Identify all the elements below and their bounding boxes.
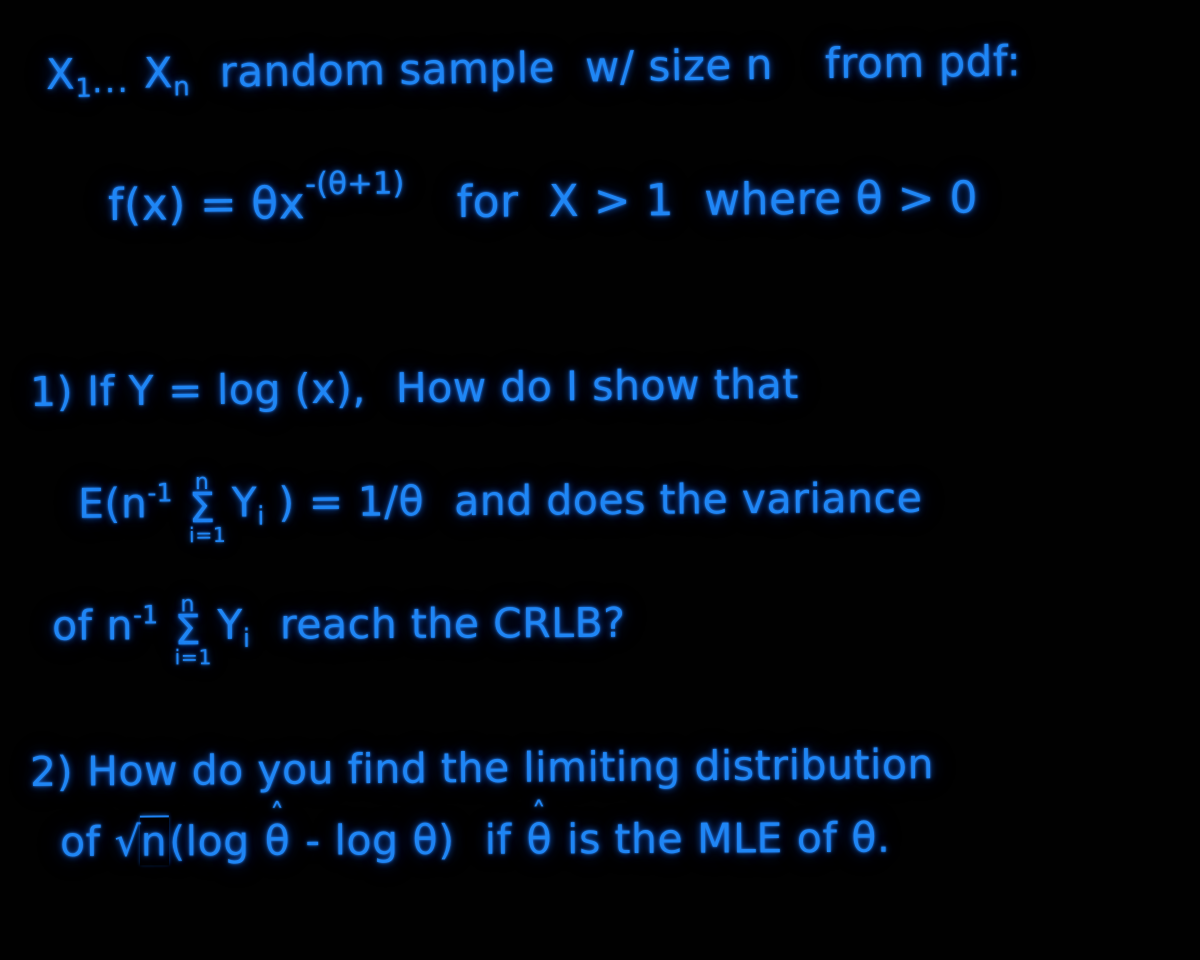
comma: , (352, 364, 367, 413)
question-2-line-1: 2) How do you find the limiting distribut… (30, 740, 934, 796)
y-variable: Y (128, 366, 155, 415)
from-pdf-label: from pdf: (824, 36, 1022, 89)
handwritten-note-canvas: X1... Xn random sample w/ size n from pdf: f(… (0, 0, 1200, 960)
pdf-function-name: f(x) (107, 179, 187, 232)
expectation-value: 1/θ (357, 477, 425, 526)
sample-subscript-last: n (173, 72, 191, 103)
theta-symbol: θ (251, 178, 279, 230)
summation-upper-limit: n (194, 469, 210, 496)
variance-question-text: and does the variance (453, 473, 923, 526)
hat-accent-icon: ˄ (531, 795, 547, 830)
square-root-icon: √ (114, 817, 141, 866)
summand-variable: Y (231, 478, 258, 527)
period: . (876, 813, 891, 862)
minus-sign: - (305, 816, 321, 865)
support-condition: X > 1 (548, 175, 675, 228)
x-symbol: x (278, 178, 306, 230)
for-label: for (456, 176, 519, 228)
summand-subscript: i (242, 622, 251, 653)
equals-sign: = (167, 366, 204, 415)
n-variable: n (106, 601, 134, 650)
preamble-line-1: X1... Xn random sample w/ size n from pdf: (46, 36, 1022, 104)
of-label: of (59, 817, 101, 866)
sample-subscript-first: 1 (75, 73, 93, 104)
of-label-2: of (796, 813, 838, 863)
ellipsis: ... (91, 60, 131, 101)
of-label: of (51, 601, 93, 650)
n-variable: n (120, 479, 148, 528)
question-1-line-1: 1) If Y = log (x), How do I show that (30, 360, 799, 416)
equals-sign: = (308, 477, 344, 527)
question-1-line-3: of n-1 n Σi=1 Yi reach the CRLB? (51, 592, 626, 669)
log-x-expression: log (x) (216, 364, 353, 415)
crlb-question-text: reach the CRLB? (279, 598, 626, 649)
sample-variable-first: X (45, 49, 76, 99)
log-label-1: log (185, 817, 250, 866)
summand-variable: Y (217, 600, 243, 649)
summation-lower-limit: i=1 (174, 644, 213, 669)
question-2-prompt-text: How do you find the limiting distributio… (86, 740, 935, 796)
radicand-n: n (139, 815, 170, 866)
n-exponent: -1 (147, 477, 173, 508)
equals-sign: = (199, 178, 238, 231)
question-1-line-2: E(n-1 n Σi=1 Yi) = 1/θ and does the variance (77, 469, 923, 546)
if-label: If (86, 367, 115, 416)
close-paren: ) (278, 478, 295, 527)
summand-subscript: i (257, 500, 265, 531)
expectation-operator: E (77, 479, 105, 528)
question-1-number: 1) (29, 367, 74, 416)
where-label: where (703, 173, 842, 226)
summation-lower-limit: i=1 (188, 522, 227, 547)
theta-hat-estimator-2: ˄ θ (525, 795, 553, 863)
mle-label: MLE (697, 814, 783, 863)
pdf-exponent: -(θ+1) (304, 165, 405, 203)
log-label-2: log (334, 816, 399, 865)
question-1-prompt-text: How do I show that (395, 359, 800, 413)
if-label: if (484, 815, 512, 864)
theta-hat-estimator: ˄ θ (264, 797, 292, 865)
sample-variable-last: X (143, 48, 174, 98)
theta-symbol: θ (851, 813, 878, 862)
theta-symbol: θ (412, 816, 439, 865)
summation-upper-limit: n (180, 591, 196, 618)
n-exponent: -1 (132, 599, 159, 630)
question-2-line-2: of √n(log ˄ θ - log θ) if ˄ θ is the MLE of θ. (59, 795, 891, 866)
parameter-condition: θ > 0 (855, 172, 979, 225)
with-size-label: w/ size (584, 40, 733, 92)
summation-operator: n Σi=1 (174, 592, 212, 669)
close-paren: ) (438, 815, 455, 865)
hat-accent-icon: ˄ (269, 796, 285, 831)
open-paren: ( (104, 479, 122, 528)
is-the-label: is the (566, 814, 684, 864)
pdf-formula-line: f(x) = θx-(θ+1) for X > 1 where θ > 0 (108, 160, 979, 231)
size-variable: n (745, 39, 774, 90)
summation-operator: n Σi=1 (189, 469, 227, 546)
random-sample-label: random sample (219, 42, 556, 97)
question-2-number: 2) (29, 747, 74, 796)
open-paren: ( (169, 817, 186, 866)
